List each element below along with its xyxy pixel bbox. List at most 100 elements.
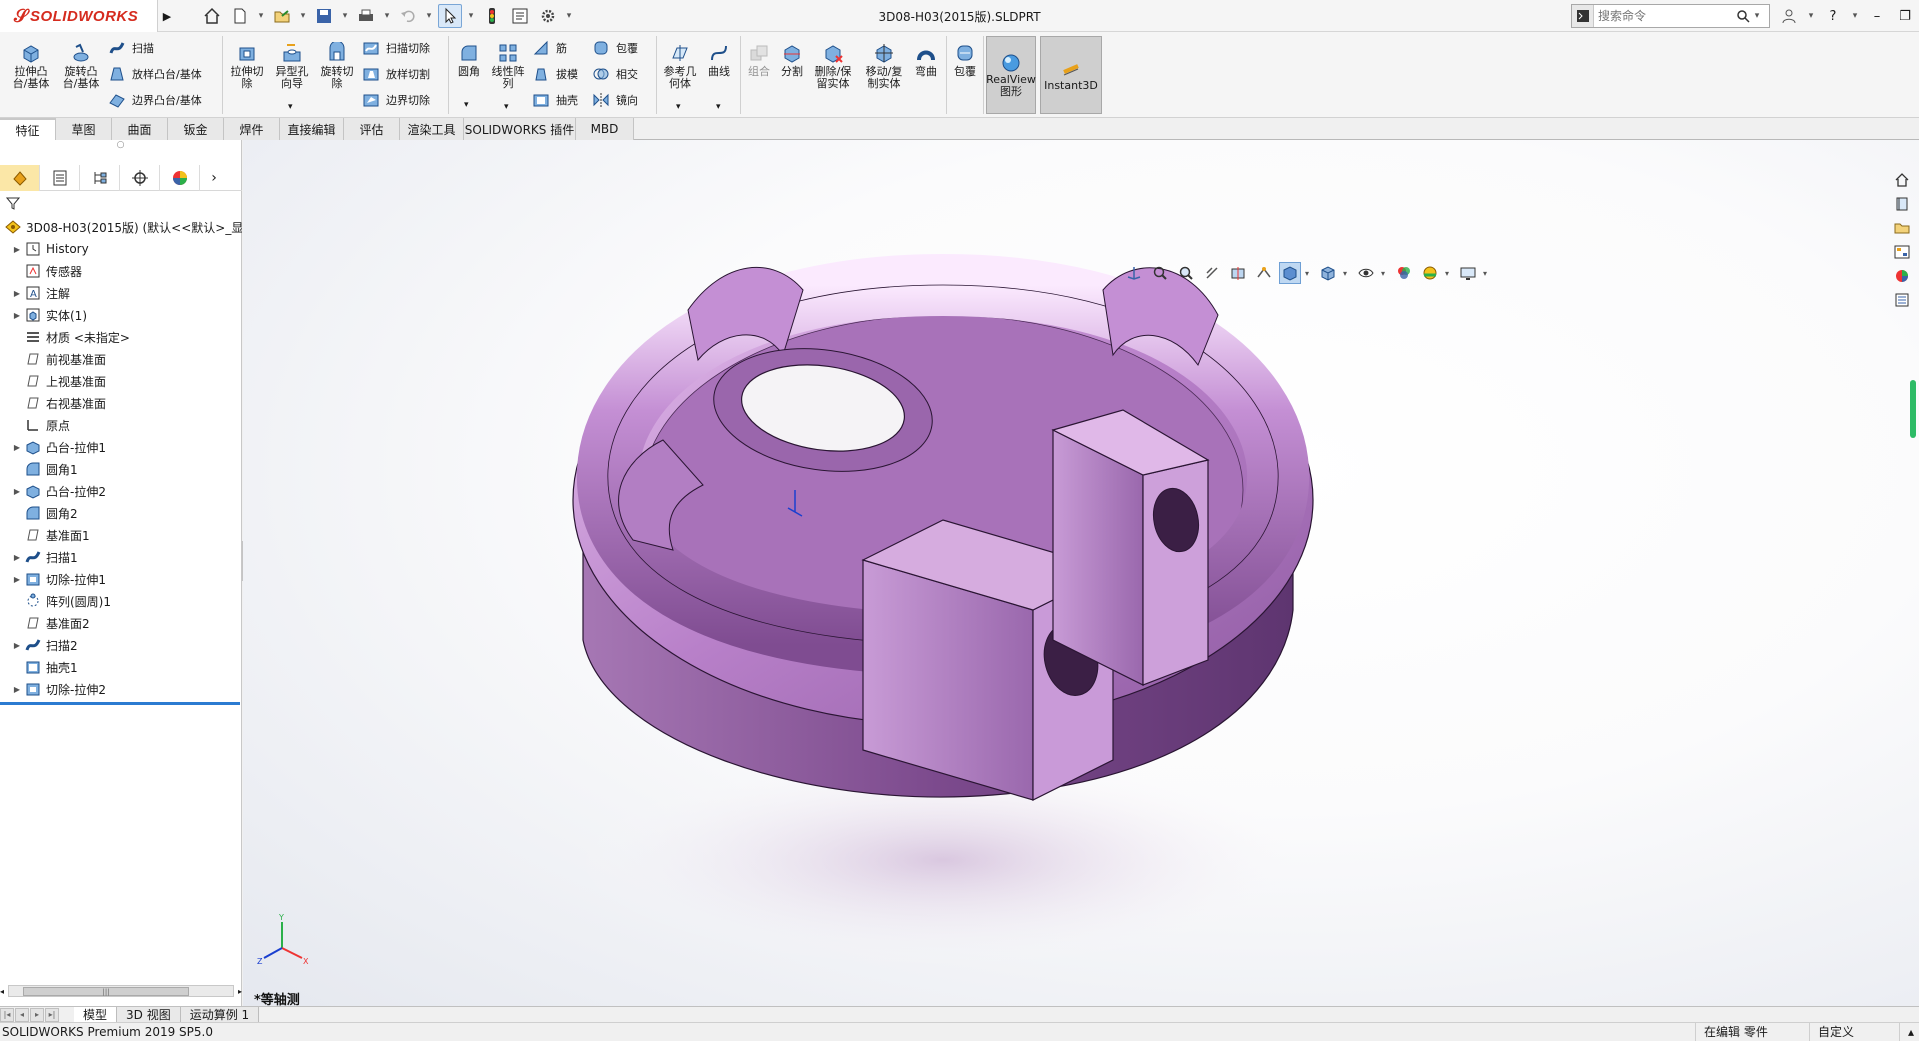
chevron-down-icon[interactable]: ▾	[464, 100, 469, 110]
tab-mbd[interactable]: MBD	[576, 118, 634, 140]
next-tab-icon[interactable]: ▸	[30, 1007, 44, 1022]
delete-keep-body-button[interactable]: 删除/保 留实体	[810, 42, 856, 90]
chevron-down-icon[interactable]: ▾	[504, 102, 509, 112]
chevron-down-icon[interactable]: ▾	[676, 102, 681, 112]
graphics-area[interactable]: ▾ ▾ ▾ ▾ ▾ ▯ ▮ – ❐ ✕	[243, 140, 1919, 1006]
zoom-to-area-icon[interactable]	[1175, 262, 1197, 284]
tree-item[interactable]: 传感器	[0, 260, 242, 282]
tab-sheet-metal[interactable]: 钣金	[168, 118, 224, 140]
tab-evaluate[interactable]: 评估	[344, 118, 400, 140]
chevron-down-icon[interactable]: ▾	[382, 11, 392, 21]
display-style-icon[interactable]	[1317, 262, 1339, 284]
chevron-down-icon[interactable]: ▾	[288, 102, 293, 112]
tab-motion-study[interactable]: 运动算例 1	[180, 1006, 260, 1023]
tree-item[interactable]: ▶ History	[0, 238, 242, 260]
tab-solidworks-addins[interactable]: SOLIDWORKS 插件	[464, 118, 576, 140]
tree-item[interactable]: 右视基准面	[0, 392, 242, 414]
move-copy-body-button[interactable]: 移动/复 制实体	[860, 42, 908, 90]
previous-view-icon[interactable]	[1201, 262, 1223, 284]
expand-arrow-icon[interactable]: ▶	[10, 443, 24, 452]
mirror-button[interactable]: 镜向	[592, 90, 638, 110]
tree-item[interactable]: 基准面2	[0, 612, 242, 634]
hide-show-items-icon[interactable]	[1355, 262, 1377, 284]
wrap-small-button[interactable]: 包覆	[592, 38, 638, 58]
last-tab-icon[interactable]: ▸|	[45, 1007, 59, 1022]
zoom-to-fit-icon[interactable]	[1149, 262, 1171, 284]
appearances-icon[interactable]	[1891, 266, 1913, 286]
view-settings-icon[interactable]	[1457, 262, 1479, 284]
wrap-button[interactable]: 包覆	[950, 42, 980, 78]
user-icon[interactable]	[1778, 4, 1800, 28]
part-model[interactable]	[243, 140, 1919, 1006]
save-icon[interactable]	[312, 4, 336, 28]
intersect-button[interactable]: 相交	[592, 64, 638, 84]
edit-appearance-icon[interactable]	[1393, 262, 1415, 284]
combine-button[interactable]: 组合	[744, 42, 774, 78]
revolve-boss-button[interactable]: 旋转凸 台/基体	[58, 42, 104, 90]
tree-item[interactable]: 前视基准面	[0, 348, 242, 370]
chevron-down-icon[interactable]: ▾	[1305, 269, 1313, 278]
tab-weldments[interactable]: 焊件	[224, 118, 280, 140]
gear-icon[interactable]	[536, 4, 560, 28]
revolve-cut-button[interactable]: 旋转切 除	[316, 42, 358, 90]
tree-item[interactable]: ▶ 切除-拉伸2	[0, 678, 242, 700]
chevron-down-icon[interactable]: ▾	[466, 11, 476, 21]
chevron-down-icon[interactable]: ▾	[340, 11, 350, 21]
chevron-down-icon[interactable]: ▾	[424, 11, 434, 21]
tree-item[interactable]: ▶ 凸台-拉伸1	[0, 436, 242, 458]
view-palette-icon[interactable]	[1891, 242, 1913, 262]
solidworks-menu-arrow[interactable]: ▶	[159, 0, 175, 32]
rebuild-traffic-light-icon[interactable]	[480, 4, 504, 28]
scroll-thumb[interactable]: |||	[23, 987, 190, 996]
tab-direct-editing[interactable]: 直接编辑	[280, 118, 344, 140]
scroll-track[interactable]: |||	[8, 985, 234, 997]
tree-item[interactable]: ▶ 凸台-拉伸2	[0, 480, 242, 502]
expand-arrow-icon[interactable]: ▶	[10, 685, 24, 694]
chevron-down-icon[interactable]: ▾	[1445, 269, 1453, 278]
open-folder-icon[interactable]	[270, 4, 294, 28]
tab-surfaces[interactable]: 曲面	[112, 118, 168, 140]
tab-sketch[interactable]: 草图	[56, 118, 112, 140]
loft-boss-button[interactable]: 放样凸台/基体	[108, 64, 202, 84]
tree-item[interactable]: ▶ 扫描1	[0, 546, 242, 568]
hole-wizard-button[interactable]: 异型孔 向导	[270, 42, 314, 90]
display-manager-tab[interactable]	[160, 164, 200, 191]
tab-render-tools[interactable]: 渲染工具	[400, 118, 464, 140]
scroll-left-icon[interactable]: ◂	[0, 987, 4, 996]
sweep-button[interactable]: 扫描	[108, 38, 154, 58]
home-icon[interactable]	[200, 4, 224, 28]
horizontal-scrollbar[interactable]: ◂ ||| ▸	[0, 983, 242, 999]
property-manager-tab[interactable]	[40, 164, 80, 191]
chevron-down-icon[interactable]: ▾	[716, 102, 721, 112]
chevron-down-icon[interactable]: ▾	[256, 11, 266, 21]
tree-item[interactable]: ▶ A 注解	[0, 282, 242, 304]
curves-button[interactable]: 曲线	[702, 42, 736, 78]
expand-arrow-icon[interactable]: ▶	[10, 641, 24, 650]
expand-arrow-icon[interactable]: ▶	[10, 289, 24, 298]
first-tab-icon[interactable]: |◂	[0, 1007, 14, 1022]
tree-item[interactable]: ▶ 切除-拉伸1	[0, 568, 242, 590]
select-cursor-icon[interactable]	[438, 4, 462, 28]
view-orientation-arrows-icon[interactable]	[1123, 262, 1145, 284]
chevron-down-icon[interactable]: ▾	[1850, 11, 1860, 21]
configuration-manager-tab[interactable]	[80, 164, 120, 191]
view-orientation-cube-icon[interactable]	[1279, 262, 1301, 284]
swept-cut-button[interactable]: 扫描切除	[362, 38, 430, 58]
print-icon[interactable]	[354, 4, 378, 28]
instant3d-button[interactable]: Instant3D	[1040, 36, 1102, 114]
split-button[interactable]: 分割	[776, 42, 808, 78]
file-explorer-icon[interactable]	[1891, 218, 1913, 238]
expand-arrow-icon[interactable]: ▶	[10, 311, 24, 320]
tree-filter[interactable]	[0, 192, 242, 214]
dimxpert-manager-tab[interactable]	[120, 164, 160, 191]
file-properties-icon[interactable]	[508, 4, 532, 28]
linear-pattern-button[interactable]: 线性阵 列	[488, 42, 528, 90]
restore-icon[interactable]: ❐	[1894, 4, 1916, 28]
tree-item[interactable]: 抽壳1	[0, 656, 242, 678]
fillet-button[interactable]: 圆角	[452, 42, 486, 78]
tree-item[interactable]: 材质 <未指定>	[0, 326, 242, 348]
tree-item[interactable]: 圆角2	[0, 502, 242, 524]
command-prompt-icon[interactable]	[1572, 5, 1594, 27]
lofted-cut-button[interactable]: 放样切割	[362, 64, 430, 84]
apply-scene-icon[interactable]	[1419, 262, 1441, 284]
